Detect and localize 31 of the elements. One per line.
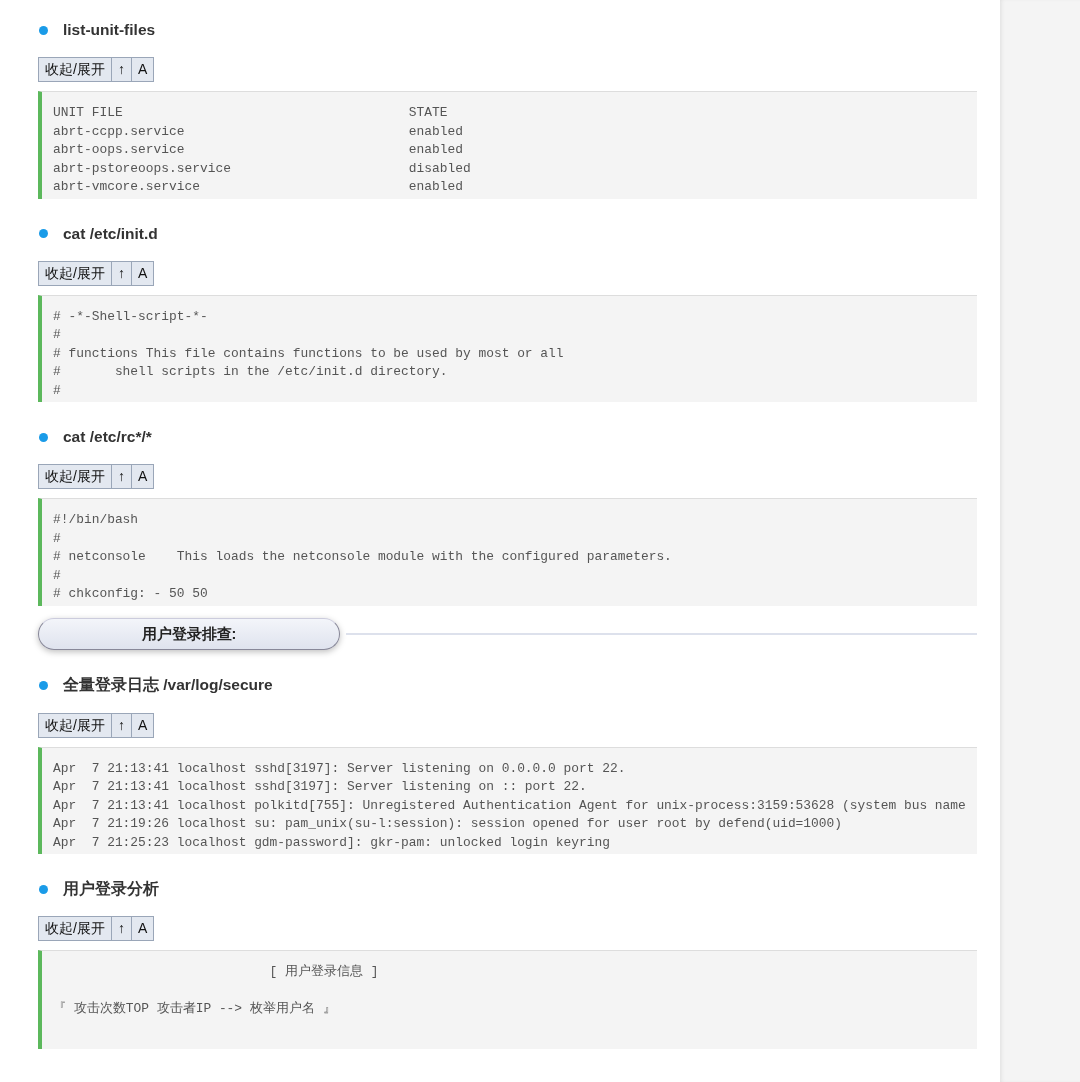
code-block: # -*-Shell-script-*- # # functions This file contains functions to be used by most or all # shell scripts in the /etc/init.d directory. # [38,294,977,402]
scroll-up-button[interactable]: ↑ [111,916,132,941]
command-heading: 用户登录分析 [63,878,159,899]
code-block: UNIT FILE STATE abrt-ccpp.service enabled abrt-oops.service enabled abrt-pstoreoops.service disabled abrt-vmcore.service enabled [38,91,977,199]
bullet-icon [39,229,48,238]
command-heading: 全量登录日志 /var/log/secure [63,675,273,695]
font-toggle-button[interactable]: A [131,260,155,286]
font-toggle-button[interactable]: A [131,464,155,489]
bullet-icon [39,681,48,690]
command-heading: list-unit-files [63,21,156,39]
collapse-expand-button[interactable]: 收起/展开 [38,712,112,738]
collapse-expand-button[interactable]: 收起/展开 [38,464,112,489]
collapse-expand-button[interactable]: 收起/展开 [38,260,112,286]
scroll-up-button[interactable]: ↑ [111,57,132,82]
font-toggle-button[interactable]: A [131,57,155,82]
scroll-up-button[interactable]: ↑ [111,712,132,738]
collapse-expand-button[interactable]: 收起/展开 [38,916,112,941]
scroll-up-button[interactable]: ↑ [111,260,132,286]
command-heading: cat /etc/init.d [63,224,158,243]
code-block: #!/bin/bash # # netconsole This loads the netconsole module with the configured parameters. # # chkconfig: - 50 50 [38,498,977,606]
section-banner: 用户登录排查: [38,617,340,650]
command-heading: cat /etc/rc*/* [63,428,152,446]
font-toggle-button[interactable]: A [131,916,155,941]
code-block: [ 用户登录信息 ] 『 攻击次数TOP 攻击者IP --> 枚举用户名 』 [38,950,977,1049]
bullet-icon [39,25,48,35]
code-block: Apr 7 21:13:41 localhost sshd[3197]: Server listening on 0.0.0.0 port 22. Apr 7 21:13:41 localhost sshd[3197]: Server listening on :: port 22. Apr 7 21:13:41 localhost polkitd[755]: Unregistered Authentication Agent for unix-process:3159:53628 (system bus name Apr 7 21:19:26 localhost su: pam_unix(su-l:session): session opened for user root by defend(uid=1000) Apr 7 21:25:23 localhost gdm-password]: gkr-pam: unlocked login keyring [38,746,977,854]
font-toggle-button[interactable]: A [131,712,155,738]
bullet-icon [39,884,48,894]
scroll-up-button[interactable]: ↑ [111,464,132,489]
bullet-icon [39,432,48,442]
collapse-expand-button[interactable]: 收起/展开 [38,57,112,82]
